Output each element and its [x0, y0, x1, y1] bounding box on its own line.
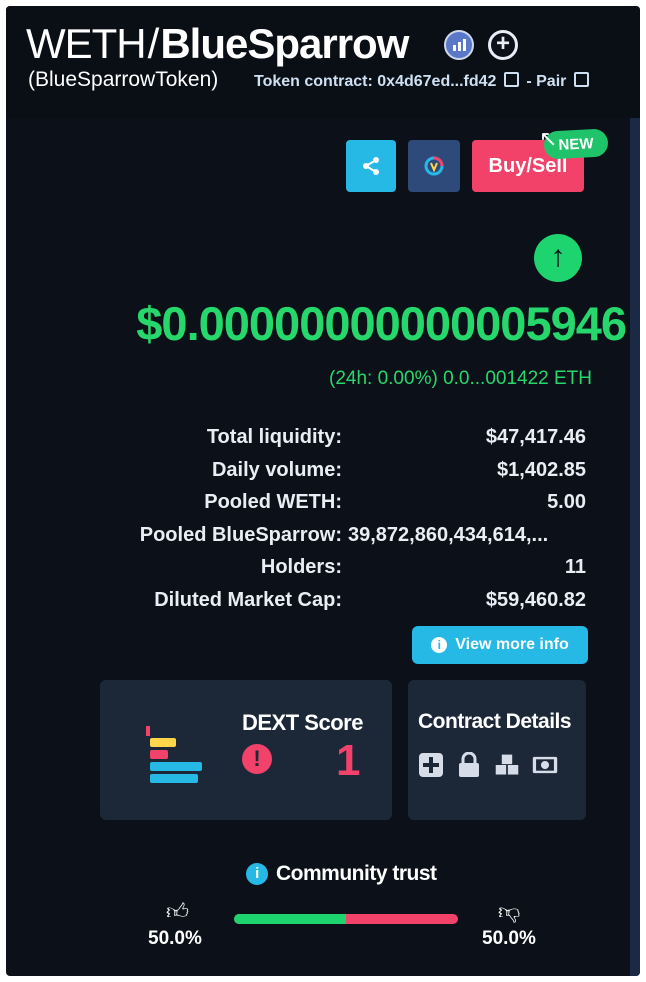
pair-title: WETH/BlueSparrow: [26, 20, 409, 68]
contract-details-title: Contract Details: [418, 710, 572, 733]
stat-value: $59,460.82: [485, 588, 586, 611]
stat-value: $1,402.85: [497, 458, 586, 481]
contract-details-card[interactable]: Contract Details: [408, 680, 586, 820]
info-icon: i: [431, 637, 448, 653]
stat-label: Daily volume:: [211, 458, 342, 481]
stat-label: Diluted Market Cap:: [154, 588, 342, 611]
quote-token: BlueSparrow: [160, 20, 409, 67]
chart-icon[interactable]: [444, 30, 474, 60]
pair-header: WETH/BlueSparrow + (BlueSparrowToken) To…: [6, 6, 640, 118]
stat-label: Total liquidity:: [206, 426, 342, 448]
stat-label: Pooled WETH:: [204, 491, 342, 514]
community-trust-fill: [234, 914, 346, 924]
dextools-button[interactable]: [408, 140, 460, 192]
thumbs-up-icon[interactable]: 👍︎: [166, 898, 189, 925]
stat-row-total-liquidity: Total liquidity: $47,417.46: [6, 426, 640, 459]
lock-icon: [456, 752, 482, 778]
pair-separator: /: [147, 20, 160, 67]
stat-label: Pooled BlueSparrow:: [139, 523, 342, 546]
copy-pair-icon[interactable]: [573, 72, 589, 87]
warning-icon: !: [242, 744, 272, 774]
stat-row-daily-volume: Daily volume: $1,402.85: [6, 459, 640, 492]
blocks-icon: [494, 752, 520, 778]
base-token: WETH: [26, 20, 147, 67]
price-change: (24h: 0.00%) 0.0...001422 ETH: [329, 368, 592, 389]
add-favorite-icon[interactable]: +: [488, 30, 518, 60]
trust-down-percent: 50.0%: [482, 928, 536, 949]
view-more-info-button[interactable]: i View more info: [412, 626, 588, 664]
stat-row-holders: Holders: 11: [6, 556, 640, 589]
dext-score-card[interactable]: DEXT Score ! 1: [100, 680, 392, 820]
dextools-logo-icon: [424, 156, 444, 176]
token-screen: WETH/BlueSparrow + (BlueSparrowToken) To…: [6, 6, 640, 976]
community-trust-bar: [234, 914, 458, 924]
contract-details-icons: [418, 752, 558, 778]
dext-score-logo-icon: [146, 726, 202, 783]
price-up-arrow-icon: ↑: [534, 234, 582, 282]
copy-contract-icon[interactable]: [503, 72, 519, 87]
community-trust-heading: i Community trust: [246, 862, 437, 886]
mouse-cursor-icon: ↖: [539, 126, 558, 151]
stat-row-pooled-weth: Pooled WETH: 5.00: [6, 491, 640, 524]
token-stats: Total liquidity: $47,417.46 Daily volume…: [6, 426, 640, 622]
token-contract-link[interactable]: Token contract: 0x4d67ed...fd42: [254, 73, 496, 90]
trust-up-percent: 50.0%: [148, 928, 202, 949]
view-more-label: View more info: [455, 636, 569, 653]
pair-link[interactable]: - Pair: [526, 73, 566, 90]
stat-value: 11: [564, 556, 586, 579]
stat-value: 39,872,860,434,614,...: [348, 523, 549, 546]
dext-score-title: DEXT Score: [242, 710, 363, 735]
money-icon: [532, 752, 558, 778]
stat-row-diluted-market-cap: Diluted Market Cap: $59,460.82: [6, 589, 640, 622]
share-button[interactable]: [346, 140, 396, 192]
plus-square-icon: [418, 752, 444, 778]
community-trust-title: Community trust: [276, 862, 437, 885]
price-usd: $0.00000000000005946: [136, 297, 627, 350]
contract-info: Token contract: 0x4d67ed...fd42 - Pair: [254, 72, 592, 91]
stat-row-pooled-bluesparrow: Pooled BlueSparrow: 39,872,860,434,614,.…: [6, 524, 640, 557]
thumbs-down-icon[interactable]: 👎︎: [498, 898, 520, 925]
info-icon: i: [246, 863, 268, 885]
stat-label: Holders:: [260, 556, 342, 579]
share-icon: [363, 157, 379, 175]
dext-score-value: 1: [336, 736, 361, 785]
stat-value: $47,417.46: [485, 426, 586, 448]
stat-value: 5.00: [547, 491, 586, 514]
token-full-name: (BlueSparrowToken): [28, 68, 219, 91]
